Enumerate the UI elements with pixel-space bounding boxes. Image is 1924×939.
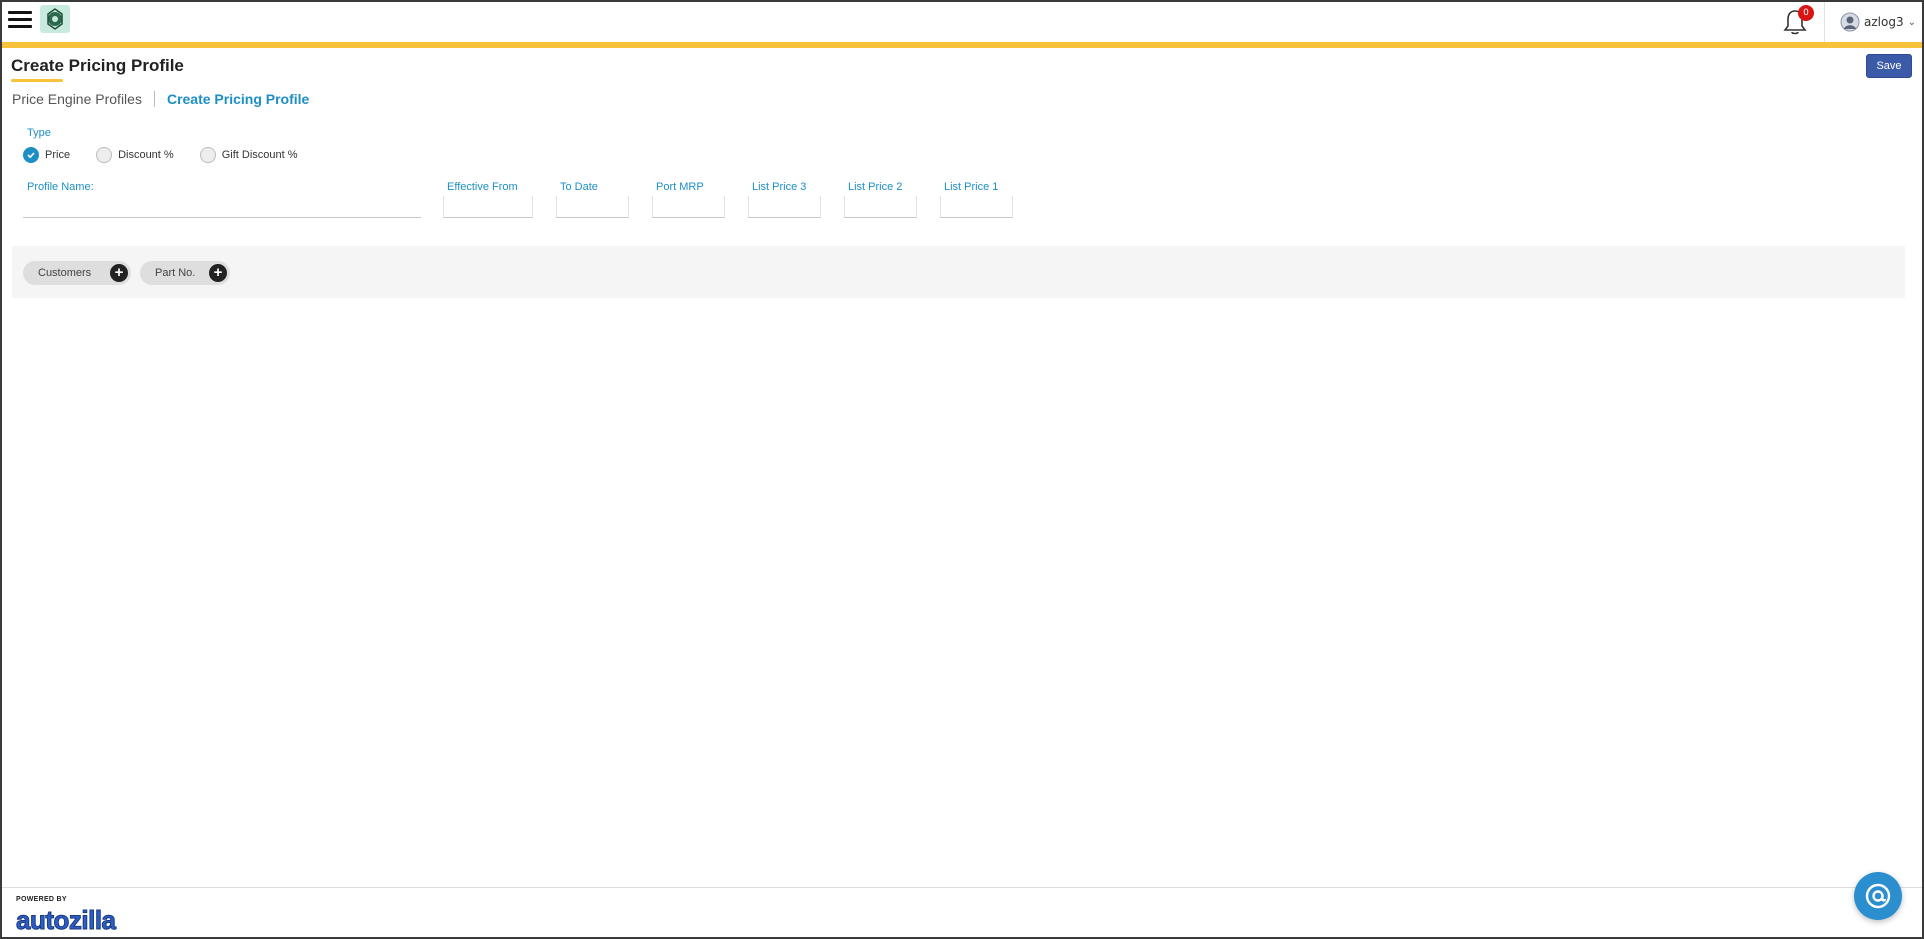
breadcrumb-current: Create Pricing Profile (166, 91, 310, 107)
radio-price[interactable]: Price (23, 147, 70, 163)
radio-gift-discount-label: Gift Discount % (221, 149, 298, 161)
radio-discount-label: Discount % (118, 149, 174, 161)
radio-gift-discount-percent[interactable]: Gift Discount % (199, 147, 298, 163)
list-price-2-label: List Price 2 (848, 181, 903, 193)
list-price-3-input[interactable] (748, 196, 821, 218)
list-price-2-input[interactable] (844, 196, 917, 218)
radio-price-label: Price (45, 149, 71, 161)
type-radio-group: Price Discount % Gift Discount % (23, 147, 298, 163)
list-price-1-input[interactable] (940, 196, 1013, 218)
to-date-label: To Date (560, 181, 598, 193)
chevron-down-icon: ⌄ (1907, 16, 1916, 28)
brand-logo: autozilla (16, 905, 117, 936)
port-mrp-label: Port MRP (656, 181, 704, 193)
customers-chip[interactable]: Customers + (23, 261, 131, 285)
user-menu[interactable]: azlog3 ⌄ (1840, 11, 1916, 33)
effective-from-label: Effective From (447, 181, 518, 193)
footer-divider (2, 887, 1922, 888)
username-label: azlog3 (1864, 15, 1904, 29)
effective-from-input[interactable] (443, 196, 533, 218)
part-no-chip[interactable]: Part No. + (140, 261, 230, 285)
profile-name-label: Profile Name: (27, 181, 94, 193)
menu-icon[interactable] (8, 8, 32, 32)
save-button[interactable]: Save (1866, 54, 1912, 78)
part-no-chip-label: Part No. (155, 267, 196, 279)
notification-badge: 0 (1798, 5, 1814, 21)
profile-name-input[interactable] (23, 196, 421, 218)
powered-by-label: POWERED BY (16, 896, 67, 903)
breadcrumb: Price Engine Profiles Create Pricing Pro… (12, 91, 309, 107)
chat-support-button[interactable] (1854, 872, 1902, 920)
filter-chips-panel: Customers + Part No. + (12, 246, 1905, 298)
breadcrumb-price-engine-profiles[interactable]: Price Engine Profiles (12, 91, 142, 107)
app-window (0, 0, 1924, 939)
radio-checked-icon (23, 147, 39, 163)
to-date-input[interactable] (556, 196, 629, 218)
radio-unchecked-icon (96, 147, 113, 163)
add-part-no-icon[interactable]: + (209, 264, 227, 282)
customers-chip-label: Customers (38, 267, 92, 279)
port-mrp-input[interactable] (652, 196, 725, 218)
add-customer-icon[interactable]: + (110, 264, 128, 282)
user-avatar-icon (1840, 12, 1860, 32)
type-label: Type (27, 127, 51, 139)
company-logo[interactable] (40, 5, 70, 33)
chat-icon (1865, 883, 1891, 909)
list-price-3-label: List Price 3 (752, 181, 807, 193)
radio-unchecked-icon (199, 147, 216, 163)
list-price-1-label: List Price 1 (944, 181, 999, 193)
title-underline (11, 79, 63, 82)
header-accent-stripe (2, 42, 1922, 48)
radio-discount-percent[interactable]: Discount % (96, 147, 174, 163)
header-divider (1824, 2, 1825, 42)
top-bar: 0 azlog3 ⌄ (2, 2, 1922, 42)
breadcrumb-separator (153, 91, 155, 107)
page-title: Create Pricing Profile (11, 56, 184, 75)
